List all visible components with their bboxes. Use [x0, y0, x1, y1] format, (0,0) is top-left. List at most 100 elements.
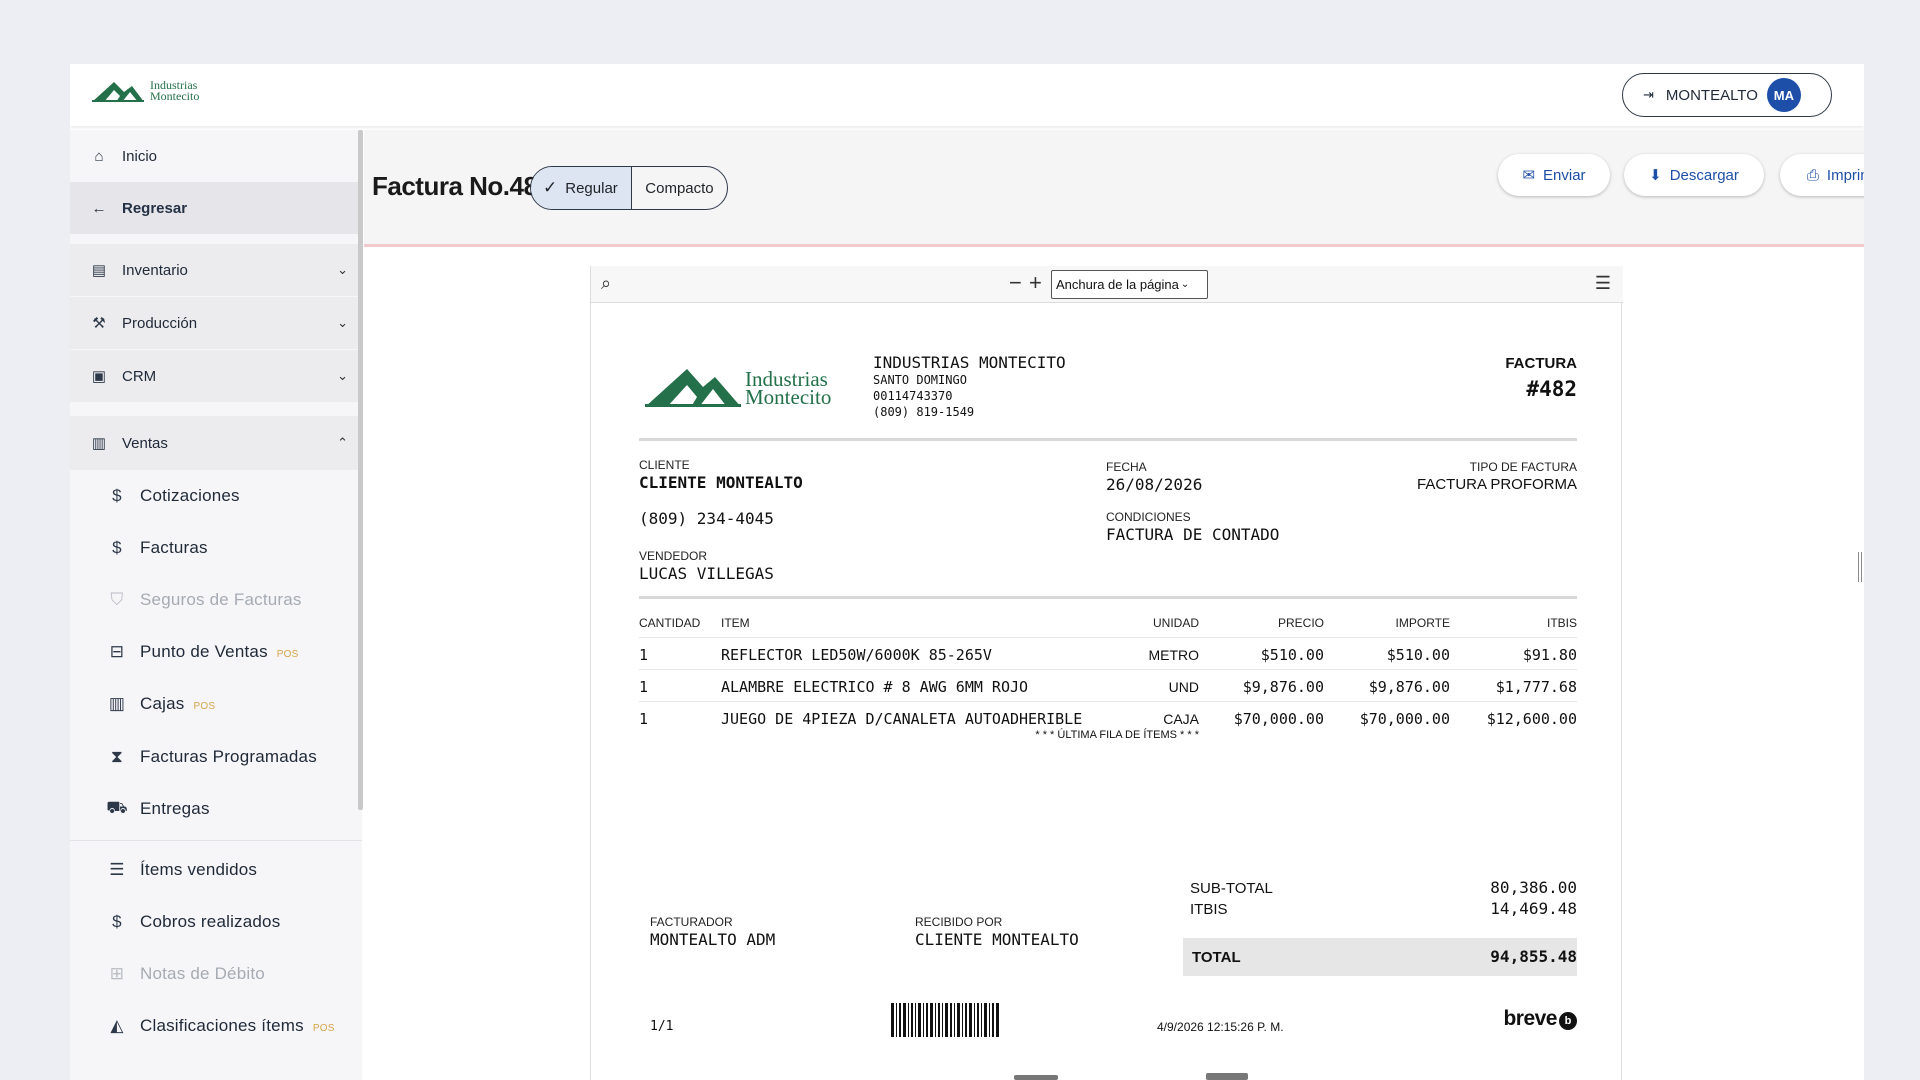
shapes-icon: ◭ — [110, 1016, 124, 1035]
row-item: ALAMBRE ELECTRICO # 8 AWG 6MM ROJO — [721, 678, 1029, 696]
page-title: Factura No.482 — [372, 171, 552, 201]
send-button[interactable]: ✉ Enviar — [1498, 154, 1610, 196]
sidebar-group-ventas[interactable]: ▥ Ventas ⌃ — [70, 416, 362, 470]
sidebar-item-label: Entregas — [140, 799, 210, 818]
sidebar-item-cajas[interactable]: ▥ Cajas POS — [70, 678, 362, 730]
sidebar-group-crm[interactable]: ▣ CRM ⌄ — [70, 350, 362, 402]
doc-type-label: FACTURA — [1505, 355, 1577, 372]
conditions-label: CONDICIONES — [1106, 510, 1191, 524]
sidebar-group-label: Producción — [122, 314, 198, 332]
col-price-header: PRECIO — [1277, 616, 1324, 630]
truck-icon: ⛟ — [106, 798, 128, 817]
row-amount: $9,876.00 — [1368, 678, 1450, 696]
user-menu-button[interactable]: ⇥ MONTEALTO MA — [1622, 73, 1832, 117]
zoom-select[interactable]: Anchura de la página ⌄ — [1051, 270, 1208, 299]
company-name: INDUSTRIAS MONTECITO — [873, 353, 1066, 372]
cash-icon: ▥ — [108, 694, 126, 713]
row-qty: 1 — [639, 678, 649, 696]
sidebar-item-inicio[interactable]: ⌂ Inicio — [70, 130, 362, 182]
sidebar-item-clasificaciones[interactable]: ◭ Clasificaciones ítems POS — [70, 1000, 362, 1052]
zoom-out-icon[interactable]: − — [1009, 270, 1022, 296]
doc-plus-icon: ⊞ — [109, 964, 125, 983]
download-label: Descargar — [1669, 166, 1739, 184]
sidebar-scrollbar[interactable] — [358, 130, 363, 810]
sidebar-group-inventario[interactable]: ▤ Inventario ⌄ — [70, 244, 362, 296]
view-compact-option[interactable]: Compacto — [632, 167, 726, 209]
sidebar-item-items-vendidos[interactable]: ☰ Ítems vendidos — [70, 844, 362, 896]
billed-by: MONTEALTO ADM — [650, 930, 776, 949]
sidebar-group-label: Ventas — [122, 434, 168, 452]
print-button[interactable]: ⎙ Imprimir — [1780, 154, 1864, 196]
subtotal-label: SUB-TOTAL — [1190, 880, 1273, 897]
sidebar-divider — [70, 840, 362, 841]
check-icon: ✓ — [543, 178, 558, 197]
search-icon[interactable]: ⌕ — [601, 273, 611, 294]
invoice-number: #482 — [1526, 377, 1577, 401]
row-unit: CAJA — [1163, 711, 1199, 727]
invoice-type: FACTURA PROFORMA — [1416, 476, 1577, 493]
sidebar-item-label: Cobros realizados — [140, 912, 281, 931]
sidebar-item-label: Cotizaciones — [140, 486, 240, 505]
sidebar-item-facturas[interactable]: $ Facturas — [70, 522, 362, 574]
send-label: Enviar — [1543, 166, 1586, 184]
viewer-scrollbar[interactable] — [1206, 1073, 1248, 1080]
sidebar-item-entregas[interactable]: ⛟ Entregas — [70, 783, 362, 835]
row-unit: METRO — [1148, 647, 1199, 663]
download-button[interactable]: ⬇ Descargar — [1624, 154, 1764, 196]
print-label: Imprimir — [1826, 166, 1864, 184]
pos-badge: POS — [193, 700, 216, 712]
sidebar-item-label: Facturas — [140, 538, 208, 557]
chevron-down-icon: ⌄ — [337, 262, 348, 277]
sidebar-item-facturas-programadas[interactable]: ⧗ Facturas Programadas — [70, 731, 362, 783]
sidebar-item-label: Cajas — [140, 694, 185, 713]
brand-mark-icon: b — [1559, 1012, 1577, 1030]
received-by-label: RECIBIDO POR — [915, 915, 1003, 929]
invoice-type-label: TIPO DE FACTURA — [1469, 460, 1577, 474]
client-label: CLIENTE — [639, 458, 690, 472]
archive-icon: ▤ — [91, 262, 107, 279]
dollar-doc-icon: $ — [112, 912, 122, 931]
sidebar-item-punto-ventas[interactable]: ⊟ Punto de Ventas POS — [70, 626, 362, 678]
invoice-document: Industrias Montecito INDUSTRIAS MONTECIT… — [591, 303, 1623, 1080]
received-by: CLIENTE MONTEALTO — [915, 930, 1079, 949]
sidebar-item-cobros[interactable]: $ Cobros realizados — [70, 896, 362, 948]
sidebar-item-notas-debito: ⊞ Notas de Débito — [70, 948, 362, 1000]
sidebar-group-label: Inventario — [122, 261, 188, 279]
view-mode-toggle: ✓ Regular Compacto — [530, 166, 728, 210]
avatar: MA — [1766, 78, 1801, 112]
barcode-icon — [891, 1003, 999, 1037]
view-regular-option[interactable]: ✓ Regular — [531, 167, 631, 209]
row-item: REFLECTOR LED50W/6000K 85-265V — [721, 646, 992, 664]
divider — [639, 438, 1577, 441]
sidebar-item-label: Punto de Ventas — [140, 642, 268, 661]
col-qty-header: CANTIDAD — [639, 616, 701, 630]
pos-badge: POS — [276, 648, 299, 660]
brand-line-2: Montecito — [150, 89, 200, 103]
company-logo-text: Industrias Montecito — [745, 369, 831, 408]
sidebar-item-regresar[interactable]: ← Regresar — [70, 182, 362, 234]
home-icon: ⌂ — [94, 147, 104, 165]
sidebar-item-cotizaciones[interactable]: $ Cotizaciones — [70, 470, 362, 522]
tax-total-label: ITBIS — [1190, 901, 1228, 918]
printer-icon: ⎙ — [1806, 166, 1819, 184]
row-tax: $12,600.00 — [1486, 710, 1577, 728]
company-logo-icon — [645, 369, 741, 407]
menu-icon[interactable]: ☰ — [1595, 273, 1611, 294]
resize-handle[interactable] — [1858, 552, 1862, 582]
view-compact-label: Compacto — [645, 179, 714, 197]
date-label: FECHA — [1106, 460, 1147, 474]
zoom-select-value: Anchura de la página — [1056, 277, 1179, 292]
contact-card-icon: ▣ — [91, 368, 107, 385]
horizontal-scrollbar[interactable] — [1014, 1075, 1058, 1080]
brand-logo[interactable]: Industrias Montecito — [90, 78, 199, 104]
sidebar-group-produccion[interactable]: ⚒ Producción ⌄ — [70, 297, 362, 349]
col-tax-header: ITBIS — [1546, 616, 1577, 630]
row-price: $70,000.00 — [1233, 710, 1324, 728]
pdf-viewer: ⌕ − + Anchura de la página ⌄ ☰ Industria… — [590, 266, 1623, 1080]
chevron-down-icon: ⌄ — [337, 315, 348, 330]
send-email-icon: ✉ — [1522, 167, 1536, 184]
zoom-in-icon[interactable]: + — [1029, 270, 1042, 296]
row-qty: 1 — [639, 646, 649, 664]
client-name: CLIENTE MONTEALTO — [639, 473, 803, 492]
crane-icon: ⚒ — [92, 315, 106, 332]
